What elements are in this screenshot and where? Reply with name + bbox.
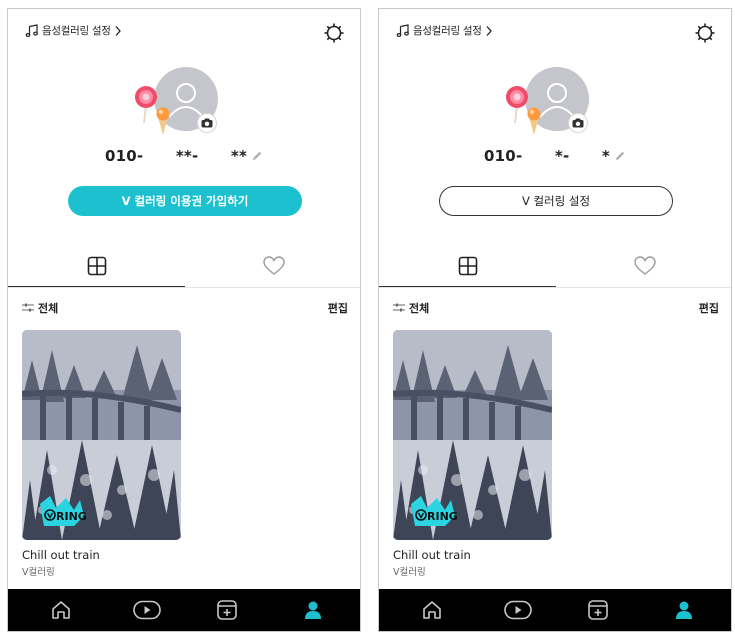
subscribe-button[interactable]: V 컬러링 이용권 가입하기	[68, 186, 302, 216]
profile-section	[8, 67, 360, 147]
ringtone-thumbnail: RING	[393, 330, 552, 540]
filter-label: 전체	[409, 302, 430, 315]
tab-my-ringtones[interactable]	[379, 246, 556, 286]
bottom-navigation	[8, 589, 360, 631]
lollipop-sticker-icon	[503, 83, 549, 137]
ringtone-card[interactable]: RING Chill out train V컬러링	[22, 330, 181, 578]
lollipop-sticker-icon	[132, 83, 178, 137]
profile-screen-right: 음성컬러링 설정 010- *- * V 컬러링 설정 전체 편집 RING C…	[378, 8, 732, 632]
voice-coloring-settings-label: 음성컬러링 설정	[42, 25, 111, 37]
play-icon	[504, 600, 532, 620]
nav-play[interactable]	[104, 589, 190, 631]
nav-profile[interactable]	[641, 589, 727, 631]
phone-prefix: 010-	[104, 147, 144, 165]
profile-section	[379, 67, 731, 147]
nav-home[interactable]	[389, 589, 475, 631]
voice-coloring-settings-link[interactable]: 음성컬러링 설정	[396, 23, 493, 38]
filter-label: 전체	[38, 302, 59, 315]
ring-badge-text: RING	[56, 510, 87, 523]
voice-coloring-settings-link[interactable]: 음성컬러링 설정	[25, 23, 122, 38]
list-toolbar: 전체 편집	[8, 300, 360, 318]
ringtone-subtitle: V컬러링	[393, 567, 426, 578]
edit-name-button[interactable]	[614, 148, 626, 166]
settings-button[interactable]	[693, 21, 717, 45]
subscribe-button[interactable]: V 컬러링 설정	[439, 186, 673, 216]
filter-icon	[22, 303, 34, 312]
home-icon	[423, 601, 441, 619]
play-icon	[133, 600, 161, 620]
settings-button[interactable]	[322, 21, 346, 45]
phone-masked: **- **	[143, 147, 247, 165]
content-tabs	[379, 246, 731, 288]
music-note-icon	[396, 23, 409, 37]
tab-my-ringtones[interactable]	[8, 246, 185, 286]
divider	[379, 287, 731, 288]
chevron-right-icon	[486, 25, 492, 36]
edit-button[interactable]: 편집	[328, 300, 348, 316]
voice-coloring-settings-label: 음성컬러링 설정	[413, 25, 482, 37]
ringtone-thumbnail: RING	[22, 330, 181, 540]
filter-dropdown[interactable]: 전체	[393, 300, 429, 316]
pencil-icon	[615, 151, 625, 160]
content-tabs	[8, 246, 360, 288]
phone-masked: *- *	[522, 147, 610, 165]
ringtone-title: Chill out train	[393, 548, 471, 562]
add-icon	[588, 600, 608, 620]
nav-play[interactable]	[475, 589, 561, 631]
top-bar: 음성컬러링 설정	[8, 21, 360, 45]
change-photo-button[interactable]	[197, 113, 217, 133]
music-note-icon	[25, 23, 38, 37]
heart-icon	[262, 256, 285, 275]
phone-number: 010- *- *	[379, 147, 731, 166]
list-toolbar: 전체 편집	[379, 300, 731, 318]
ringtone-title: Chill out train	[22, 548, 100, 562]
gear-icon	[324, 23, 344, 43]
profile-icon	[676, 601, 692, 619]
bottom-navigation	[379, 589, 731, 631]
grid-icon	[87, 256, 106, 276]
heart-icon	[633, 256, 656, 275]
gear-icon	[695, 23, 715, 43]
nav-home[interactable]	[18, 589, 104, 631]
divider	[8, 287, 360, 288]
nav-add[interactable]	[184, 589, 270, 631]
ring-badge-text: RING	[427, 510, 458, 523]
add-icon	[217, 600, 237, 620]
grid-icon	[458, 256, 477, 276]
camera-icon	[572, 118, 584, 128]
nav-profile[interactable]	[270, 589, 356, 631]
edit-name-button[interactable]	[251, 148, 263, 166]
edit-button[interactable]: 편집	[699, 300, 719, 316]
profile-screen-left: 음성컬러링 설정 010- **- ** V 컬러링 이용권 가입하기 전체 편…	[7, 8, 361, 632]
tab-liked[interactable]	[185, 246, 360, 286]
filter-dropdown[interactable]: 전체	[22, 300, 58, 316]
phone-prefix: 010-	[484, 147, 523, 165]
tab-liked[interactable]	[556, 246, 731, 286]
ringtone-card[interactable]: RING Chill out train V컬러링	[393, 330, 552, 578]
phone-number: 010- **- **	[8, 147, 360, 166]
profile-icon	[305, 601, 321, 619]
top-bar: 음성컬러링 설정	[379, 21, 731, 45]
change-photo-button[interactable]	[568, 113, 588, 133]
ringtone-subtitle: V컬러링	[22, 567, 55, 578]
camera-icon	[201, 118, 213, 128]
filter-icon	[393, 303, 405, 312]
pencil-icon	[253, 151, 262, 160]
home-icon	[52, 601, 70, 619]
chevron-right-icon	[115, 25, 121, 36]
nav-add[interactable]	[555, 589, 641, 631]
